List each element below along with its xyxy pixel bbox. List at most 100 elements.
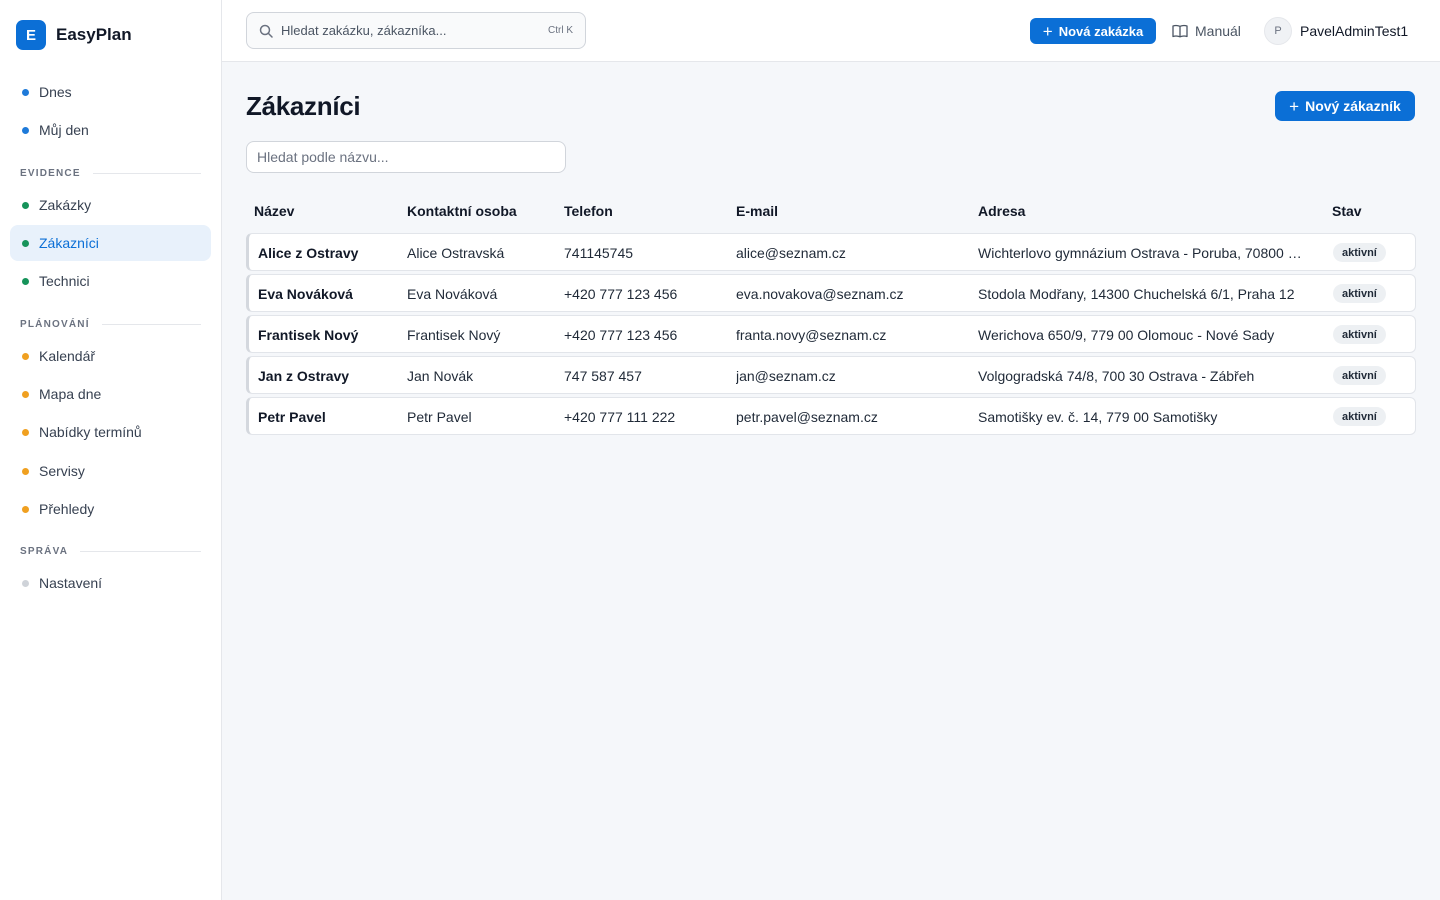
sidebar-item-zakaznici[interactable]: Zákazníci [10, 225, 211, 261]
manual-label: Manuál [1195, 23, 1241, 39]
app-name: EasyPlan [56, 25, 132, 44]
manual-link[interactable]: Manuál [1172, 18, 1241, 44]
nav-dot-icon [22, 467, 29, 475]
column-header-adresa[interactable]: Adresa [978, 203, 1025, 219]
status-badge: aktivní [1333, 325, 1386, 344]
nav-dot-icon [22, 239, 29, 247]
plus-icon: + [1042, 21, 1053, 41]
sidebar-item-label: Přehledy [39, 501, 95, 517]
section-label-sprava: SPRÁVA [20, 544, 201, 558]
cell-email: petr.pavel@seznam.cz [736, 409, 878, 425]
sidebar-item-label: Zakázky [39, 197, 92, 213]
nav-dot-icon [22, 88, 29, 96]
cell-phone: +420 777 123 456 [564, 327, 678, 343]
column-header-stav[interactable]: Stav [1332, 203, 1362, 219]
cell-name: Alice z Ostravy [258, 245, 359, 261]
cell-address: Wichterlovo gymnázium Ostrava - Poruba, … [978, 245, 1312, 261]
cell-contact: Frantisek Nový [407, 327, 501, 343]
cell-address: Samotišky ev. č. 14, 779 00 Samotišky [978, 409, 1218, 425]
cell-email: eva.novakova@seznam.cz [736, 286, 904, 302]
sidebar-item-kalendar[interactable]: Kalendář [10, 338, 211, 374]
table-header: Název Kontaktní osoba Telefon E-mail Adr… [246, 200, 1416, 222]
status-badge: aktivní [1333, 366, 1386, 385]
avatar: P [1264, 17, 1292, 45]
sidebar-item-prehledy[interactable]: Přehledy [10, 491, 211, 527]
table-row[interactable]: Petr Pavel Petr Pavel +420 777 111 222 p… [246, 397, 1416, 435]
sidebar-item-nastaveni[interactable]: Nastavení [10, 565, 211, 601]
sidebar-item-dnes[interactable]: Dnes [10, 74, 211, 110]
cell-email: jan@seznam.cz [736, 368, 836, 384]
cell-name: Frantisek Nový [258, 327, 359, 343]
sidebar-item-label: Můj den [39, 122, 89, 138]
cell-phone: +420 777 111 222 [564, 409, 676, 425]
cell-address: Volgogradská 74/8, 700 30 Ostrava - Zábř… [978, 368, 1255, 384]
table-row[interactable]: Jan z Ostravy Jan Novák 747 587 457 jan@… [246, 356, 1416, 394]
sidebar-item-label: Dnes [39, 84, 72, 100]
page-title: Zákazníci [246, 91, 361, 121]
topbar: Ctrl K + Nová zakázka Manuál P PavelAdmi… [222, 0, 1440, 62]
column-header-kontaktni-osoba[interactable]: Kontaktní osoba [407, 203, 517, 219]
cell-contact: Eva Nováková [407, 286, 498, 302]
global-search[interactable]: Ctrl K [246, 12, 586, 49]
status-badge: aktivní [1333, 407, 1386, 426]
cell-name: Petr Pavel [258, 409, 326, 425]
new-customer-label: Nový zákazník [1305, 98, 1401, 114]
cell-email: alice@seznam.cz [736, 245, 846, 261]
sidebar-item-mapa-dne[interactable]: Mapa dne [10, 376, 211, 412]
nav-dot-icon [22, 579, 29, 587]
status-badge: aktivní [1333, 284, 1386, 303]
sidebar-item-label: Nastavení [39, 575, 103, 591]
sidebar: E EasyPlan Dnes Můj den EVIDENCE Zakázky… [0, 0, 222, 900]
column-header-email[interactable]: E-mail [736, 203, 778, 219]
new-customer-button[interactable]: + Nový zákazník [1275, 91, 1415, 121]
sidebar-item-muj-den[interactable]: Můj den [10, 112, 211, 148]
cell-contact: Alice Ostravská [407, 245, 505, 261]
sidebar-item-label: Kalendář [39, 348, 96, 364]
section-label-evidence: EVIDENCE [20, 166, 201, 180]
cell-address: Werichova 650/9, 779 00 Olomouc - Nové S… [978, 327, 1275, 343]
cell-address: Stodola Modřany, 14300 Chuchelská 6/1, P… [978, 286, 1295, 302]
nav-dot-icon [22, 428, 29, 436]
sidebar-item-technici[interactable]: Technici [10, 263, 211, 299]
table-row[interactable]: Alice z Ostravy Alice Ostravská 74114574… [246, 233, 1416, 271]
brand[interactable]: E EasyPlan [16, 20, 132, 50]
nav-dot-icon [22, 201, 29, 209]
cell-phone: 741145745 [564, 245, 634, 261]
column-header-telefon[interactable]: Telefon [564, 203, 613, 219]
sidebar-item-zakazky[interactable]: Zakázky [10, 187, 211, 223]
name-search-input[interactable] [246, 141, 566, 173]
nav-dot-icon [22, 352, 29, 360]
cell-phone: 747 587 457 [564, 368, 642, 384]
table-row[interactable]: Frantisek Nový Frantisek Nový +420 777 1… [246, 315, 1416, 353]
section-label-planovani: PLÁNOVÁNÍ [20, 317, 201, 331]
cell-name: Jan z Ostravy [258, 368, 350, 384]
plus-icon: + [1289, 96, 1300, 116]
new-order-button[interactable]: + Nová zakázka [1030, 18, 1156, 44]
sidebar-item-label: Mapa dne [39, 386, 102, 402]
sidebar-item-nabidky-terminu[interactable]: Nabídky termínů [10, 414, 211, 450]
user-menu[interactable]: P PavelAdminTest1 [1264, 17, 1408, 45]
cell-contact: Jan Novák [407, 368, 474, 384]
sidebar-item-label: Zákazníci [39, 235, 99, 251]
new-order-label: Nová zakázka [1058, 23, 1144, 39]
sidebar-item-servisy[interactable]: Servisy [10, 453, 211, 489]
global-search-input[interactable] [281, 23, 548, 38]
search-icon [259, 24, 273, 38]
nav-dot-icon [22, 505, 29, 513]
app-logo: E [16, 20, 46, 50]
user-name: PavelAdminTest1 [1300, 23, 1409, 39]
nav-dot-icon [22, 277, 29, 285]
sidebar-item-label: Technici [39, 273, 90, 289]
sidebar-item-label: Servisy [39, 463, 85, 479]
cell-email: franta.novy@seznam.cz [736, 327, 887, 343]
nav-dot-icon [22, 126, 29, 134]
book-icon [1172, 24, 1188, 38]
cell-phone: +420 777 123 456 [564, 286, 678, 302]
search-shortcut-hint: Ctrl K [548, 25, 573, 36]
cell-name: Eva Nováková [258, 286, 353, 302]
status-badge: aktivní [1333, 243, 1386, 262]
table-row[interactable]: Eva Nováková Eva Nováková +420 777 123 4… [246, 274, 1416, 312]
column-header-nazev[interactable]: Název [254, 203, 294, 219]
sidebar-item-label: Nabídky termínů [39, 424, 142, 440]
cell-contact: Petr Pavel [407, 409, 472, 425]
